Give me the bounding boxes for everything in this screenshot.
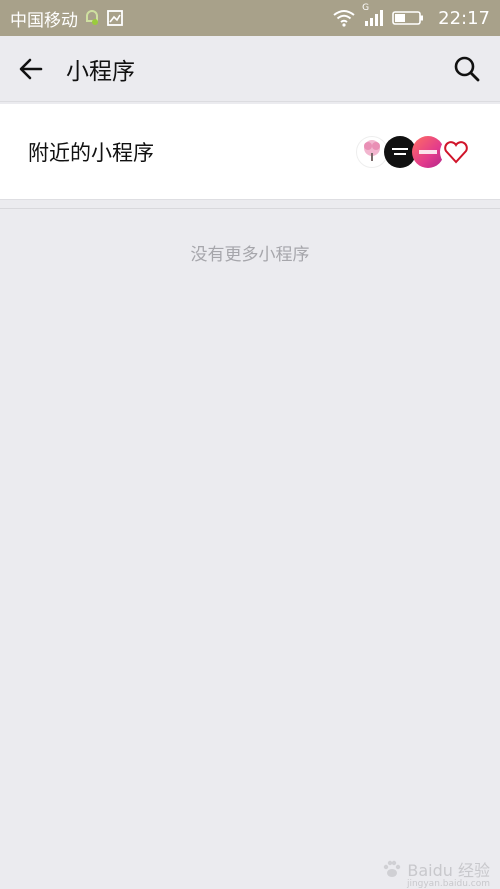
search-icon bbox=[453, 55, 481, 83]
arrow-left-icon bbox=[18, 56, 44, 82]
mini-program-avatar-4 bbox=[440, 135, 472, 168]
wifi-icon bbox=[332, 9, 356, 27]
clock: 22:17 bbox=[438, 7, 490, 29]
section-divider bbox=[0, 208, 500, 209]
carrier-name: 中国移动 bbox=[10, 10, 78, 31]
notification-icon bbox=[84, 9, 100, 27]
status-left: 中国移动 bbox=[10, 6, 124, 31]
avatar-stack bbox=[356, 135, 472, 168]
paw-icon bbox=[381, 858, 403, 880]
empty-state-message: 没有更多小程序 bbox=[190, 245, 310, 265]
search-button[interactable] bbox=[434, 36, 500, 102]
signal-icon: G bbox=[362, 3, 384, 27]
network-type-label: G bbox=[362, 3, 370, 13]
watermark-brand: Baidu 经验 bbox=[407, 861, 490, 880]
back-button[interactable] bbox=[0, 36, 62, 102]
nearby-mini-programs-label: 附近的小程序 bbox=[28, 140, 154, 165]
watermark-url: jingyan.baidu.com bbox=[406, 879, 490, 889]
image-icon bbox=[106, 9, 124, 27]
nearby-mini-programs-row[interactable]: 附近的小程序 bbox=[0, 104, 500, 200]
status-right: G 22:17 bbox=[332, 3, 490, 29]
nav-bar: 小程序 bbox=[0, 36, 500, 102]
battery-icon bbox=[392, 10, 424, 26]
status-bar: 中国移动 G 22:17 bbox=[0, 0, 500, 36]
watermark: Baidu 经验 jingyan.baidu.com bbox=[381, 857, 490, 889]
page-title: 小程序 bbox=[66, 58, 135, 85]
